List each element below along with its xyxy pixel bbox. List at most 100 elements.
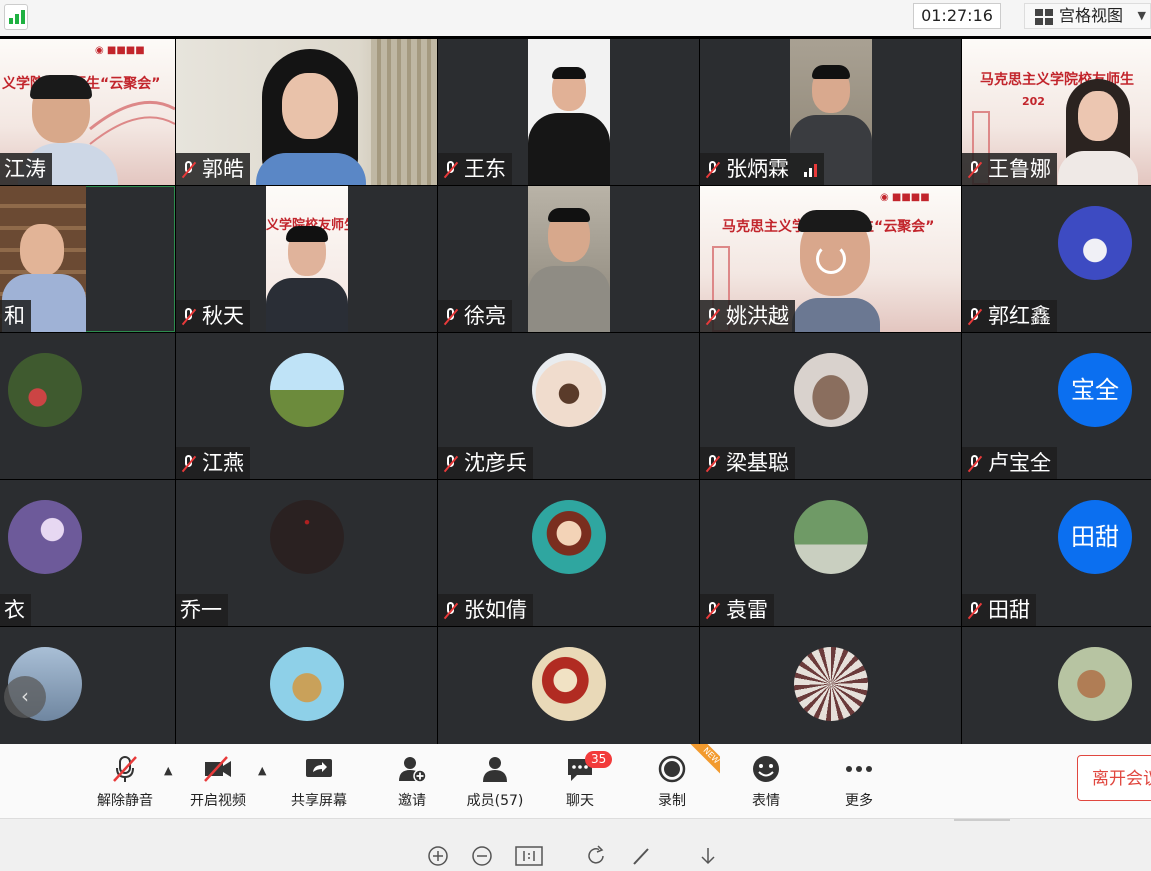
muted-mic-icon bbox=[966, 601, 984, 621]
reactions-button[interactable]: 表情 bbox=[731, 744, 801, 818]
meeting-toolbar: 解除静音 ▲ 开启视频 ▲ 共享屏幕 邀请 成员(57) 聊天 35 录制 NE… bbox=[0, 744, 1151, 819]
participant-name: 张炳霖 bbox=[700, 153, 824, 185]
muted-mic-icon bbox=[704, 160, 722, 180]
edit-icon[interactable] bbox=[630, 845, 652, 867]
previous-page-button[interactable]: ‹ bbox=[4, 676, 46, 718]
audio-options-caret[interactable]: ▲ bbox=[164, 764, 172, 777]
loading-spinner-icon bbox=[816, 244, 846, 274]
participant-tile[interactable]: 乔一 bbox=[176, 480, 437, 626]
person-video bbox=[246, 49, 376, 185]
view-mode-button[interactable]: 宫格视图 ▼ bbox=[1024, 3, 1151, 29]
participant-tile[interactable] bbox=[438, 627, 699, 744]
participant-tile[interactable]: 郭红鑫 bbox=[962, 186, 1151, 332]
video-off-icon bbox=[204, 756, 231, 782]
download-icon[interactable] bbox=[697, 845, 719, 867]
participant-name: 卢宝全 bbox=[962, 447, 1057, 479]
smile-icon bbox=[753, 756, 779, 782]
zoom-in-icon[interactable] bbox=[427, 845, 449, 867]
network-signal-icon[interactable] bbox=[4, 4, 28, 30]
muted-mic-icon bbox=[442, 160, 460, 180]
participant-name: 江燕 bbox=[176, 447, 250, 479]
muted-mic-icon bbox=[704, 601, 722, 621]
rotate-icon[interactable] bbox=[585, 845, 607, 867]
signal-strength-icon bbox=[803, 163, 818, 177]
muted-mic-icon bbox=[442, 307, 460, 327]
participant-name: 沈彦兵 bbox=[438, 447, 533, 479]
muted-mic-icon bbox=[966, 307, 984, 327]
person-video bbox=[266, 226, 348, 332]
muted-mic-icon bbox=[966, 160, 984, 180]
participant-tile[interactable]: 梁基聪 bbox=[700, 333, 961, 479]
participant-tile[interactable]: 徐亮 bbox=[438, 186, 699, 332]
participant-avatar bbox=[270, 353, 344, 427]
participant-name: 江涛 bbox=[0, 153, 52, 185]
participant-tile[interactable]: 沈彦兵 bbox=[438, 333, 699, 479]
participant-tile[interactable]: ◉ ■■■■ 马克思主义学 生“云聚会” 姚洪越 bbox=[700, 186, 961, 332]
top-bar: 01:27:16 宫格视图 ▼ bbox=[0, 0, 1151, 36]
participant-avatar bbox=[8, 500, 82, 574]
viewer-statusbar bbox=[0, 819, 1151, 866]
more-button[interactable]: 更多 bbox=[824, 744, 894, 818]
actual-size-icon[interactable] bbox=[515, 845, 543, 867]
participant-name: 郭红鑫 bbox=[962, 300, 1057, 332]
leave-meeting-button[interactable]: 离开会议 bbox=[1077, 755, 1151, 801]
share-screen-button[interactable]: 共享屏幕 bbox=[284, 744, 354, 818]
participant-name: 衣 bbox=[0, 594, 31, 626]
participant-tile[interactable] bbox=[700, 627, 961, 744]
participant-avatar bbox=[794, 647, 868, 721]
new-badge: NEW bbox=[690, 744, 720, 774]
unmute-button[interactable]: 解除静音 bbox=[90, 744, 160, 818]
participant-avatar bbox=[532, 353, 606, 427]
video-options-caret[interactable]: ▲ bbox=[258, 764, 266, 777]
invite-button[interactable]: 邀请 bbox=[377, 744, 447, 818]
participant-tile[interactable]: 义学院校友师生“云聚会” ◉ ■■■■ 江涛 bbox=[0, 39, 175, 185]
participant-tile[interactable]: 衣 bbox=[0, 480, 175, 626]
participant-avatar bbox=[794, 500, 868, 574]
participant-name: 姚洪越 bbox=[700, 300, 795, 332]
participant-name: 田甜 bbox=[962, 594, 1036, 626]
participant-tile[interactable] bbox=[0, 333, 175, 479]
muted-mic-icon bbox=[704, 454, 722, 474]
participant-tile[interactable]: 宝全 卢宝全 bbox=[962, 333, 1151, 479]
muted-mic-icon bbox=[704, 307, 722, 327]
participant-tile[interactable]: 郭皓 bbox=[176, 39, 437, 185]
participant-tile[interactable]: 义学院校友师生 秋天 bbox=[176, 186, 437, 332]
members-icon bbox=[483, 757, 507, 782]
participant-avatar bbox=[270, 647, 344, 721]
participant-name: 袁雷 bbox=[700, 594, 774, 626]
participant-tile[interactable]: 张炳霖 bbox=[700, 39, 961, 185]
participant-avatar: 宝全 bbox=[1058, 353, 1132, 427]
add-user-icon bbox=[399, 757, 427, 783]
logo: ◉ ■■■■ bbox=[880, 192, 930, 203]
grid-icon bbox=[1035, 9, 1053, 25]
muted-mic-icon bbox=[442, 454, 460, 474]
participant-tile[interactable]: 王东 bbox=[438, 39, 699, 185]
participant-tile[interactable]: 袁雷 bbox=[700, 480, 961, 626]
participant-tile[interactable] bbox=[176, 627, 437, 744]
participant-avatar bbox=[8, 353, 82, 427]
participant-tile[interactable]: 马克思主义学院校友师生 202 王鲁娜 bbox=[962, 39, 1151, 185]
participant-tile[interactable]: 和 bbox=[0, 186, 175, 332]
banner-year: 202 bbox=[1022, 95, 1045, 108]
participant-avatar bbox=[532, 500, 606, 574]
participant-tile[interactable]: 田甜 田甜 bbox=[962, 480, 1151, 626]
start-video-button[interactable]: 开启视频 bbox=[183, 744, 253, 818]
participant-name: 秋天 bbox=[176, 300, 250, 332]
person-video bbox=[1058, 79, 1138, 185]
members-button[interactable]: 成员(57) bbox=[460, 744, 530, 818]
participant-name: 张如倩 bbox=[438, 594, 533, 626]
person-video bbox=[528, 67, 610, 185]
participant-name: 王鲁娜 bbox=[962, 153, 1057, 185]
participant-tile[interactable]: 江燕 bbox=[176, 333, 437, 479]
participant-avatar bbox=[270, 500, 344, 574]
more-icon bbox=[846, 766, 872, 772]
participant-name: 徐亮 bbox=[438, 300, 512, 332]
participant-tile[interactable]: 张如倩 bbox=[438, 480, 699, 626]
zoom-out-icon[interactable] bbox=[471, 845, 493, 867]
participant-tile[interactable] bbox=[962, 627, 1151, 744]
participant-avatar: 田甜 bbox=[1058, 500, 1132, 574]
participant-avatar bbox=[794, 353, 868, 427]
chevron-down-icon: ▼ bbox=[1137, 9, 1146, 22]
participant-name: 和 bbox=[0, 300, 31, 332]
participant-name: 郭皓 bbox=[176, 153, 250, 185]
